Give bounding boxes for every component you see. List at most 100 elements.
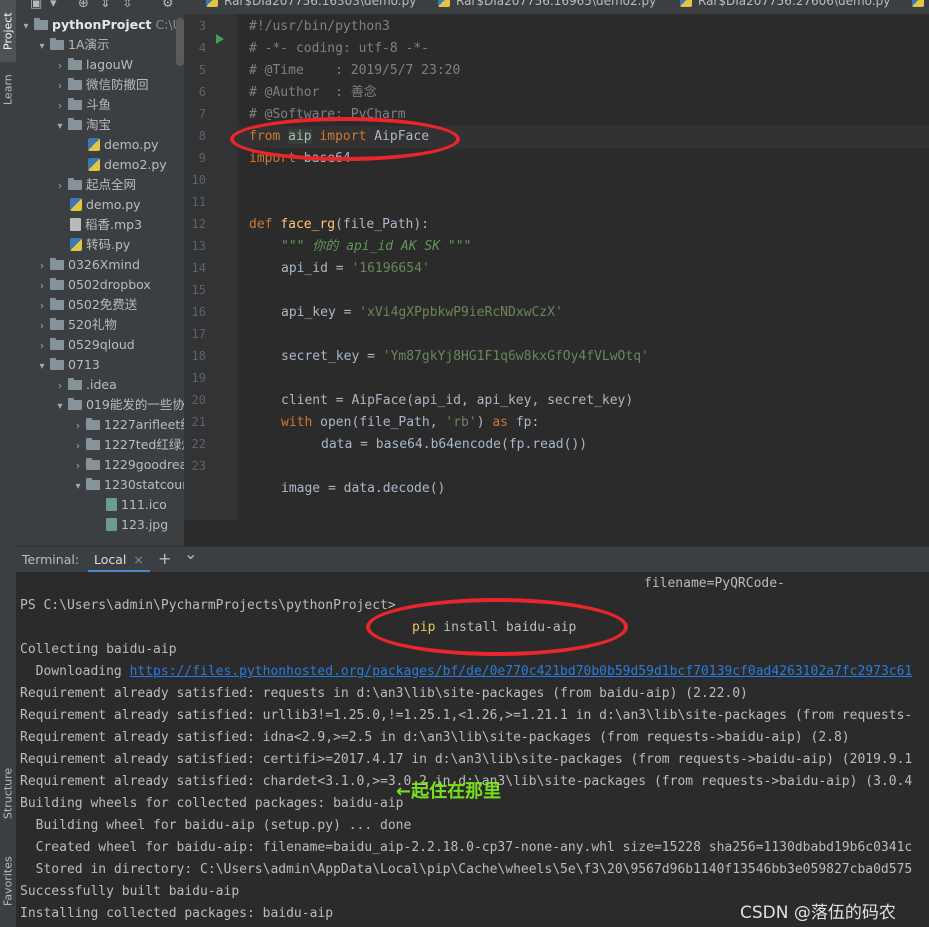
project-tree-item[interactable]: › 0502dropbox <box>36 275 151 295</box>
chevron-down-icon[interactable]: ▾ <box>36 357 48 377</box>
expand-all-icon[interactable]: ⇕ <box>100 0 111 11</box>
project-tree-item[interactable]: 111.ico <box>90 495 167 515</box>
dropdown-icon[interactable]: ▾ <box>50 0 57 11</box>
tree-item-label: pythonProject <box>52 17 152 32</box>
chevron-right-icon[interactable]: › <box>36 297 48 317</box>
project-tree-item[interactable]: 稻香.mp3 <box>54 215 142 235</box>
project-tree-item[interactable]: › 0529qloud <box>36 335 135 355</box>
locate-icon[interactable]: ⊕ <box>78 0 89 11</box>
project-tree-item[interactable]: › 斗鱼 <box>54 95 111 115</box>
chevron-down-icon[interactable]: ▾ <box>54 397 66 417</box>
keyword: import <box>319 129 367 144</box>
terminal-tab-local[interactable]: Local × <box>88 547 150 573</box>
line-number: 13 <box>191 239 206 253</box>
chevron-right-icon[interactable]: › <box>36 337 48 357</box>
project-tree-item[interactable]: › .idea <box>54 375 117 395</box>
chevron-right-icon[interactable]: › <box>54 377 66 397</box>
chevron-down-icon[interactable]: ▾ <box>20 17 32 37</box>
python-file-icon <box>88 158 100 171</box>
project-tree-item[interactable]: ▾ 1230statcounter <box>72 475 184 495</box>
chevron-right-icon[interactable]: › <box>54 97 66 117</box>
favorites-tool-tab[interactable]: Favorites <box>0 848 16 914</box>
line-number: 19 <box>191 371 206 385</box>
line-number: 8 <box>198 129 206 143</box>
line-number: 4 <box>198 41 206 55</box>
chevron-down-icon[interactable]: ▾ <box>72 477 84 497</box>
terminal-line: Downloading https://files.pythonhosted.o… <box>20 664 913 679</box>
project-tree-item[interactable]: demo.py <box>72 135 159 155</box>
project-tree-item[interactable]: demo2.py <box>72 155 167 175</box>
project-tree-item[interactable]: ▾ 1A演示 <box>36 35 110 57</box>
download-link[interactable]: https://files.pythonhosted.org/packages/… <box>130 664 913 679</box>
project-tree-item[interactable]: › 微信防撤回 <box>54 75 149 95</box>
project-view-icon[interactable]: ▣ <box>30 0 42 11</box>
settings-gear-icon[interactable]: ⚙ <box>162 0 174 11</box>
project-tree-item[interactable]: ▾ 淘宝 <box>54 115 111 135</box>
project-tree-item[interactable]: demo.py <box>54 195 141 215</box>
chevron-down-icon[interactable]: ▾ <box>54 117 66 137</box>
project-tree-item[interactable]: ▾pythonProjectC:\Users\ <box>20 15 184 35</box>
learn-tool-tab[interactable]: Learn <box>0 68 16 112</box>
line-number: 20 <box>191 393 206 407</box>
project-tree-item[interactable]: › lagouW <box>54 55 133 75</box>
tool-window-strip: Project Learn Structure Favorites <box>0 0 17 927</box>
new-terminal-icon[interactable]: + <box>158 549 171 568</box>
chevron-right-icon[interactable]: › <box>36 257 48 277</box>
class-name: AipFace <box>374 129 430 144</box>
annotation-note: ←起住在那里 <box>396 781 502 802</box>
folder-icon <box>68 398 82 410</box>
chevron-right-icon[interactable]: › <box>72 437 84 457</box>
chevron-right-icon[interactable]: › <box>72 457 84 477</box>
folder-icon <box>50 338 64 350</box>
project-tree-item[interactable]: 转码.py <box>54 235 130 255</box>
line-number: 12 <box>191 217 206 231</box>
project-tree-item[interactable]: 123.jpg <box>90 515 168 535</box>
project-tree-item[interactable]: › 0326Xmind <box>36 255 140 275</box>
terminal-output[interactable]: filename=PyQRCode- PS C:\Users\admin\Pyc… <box>16 572 929 927</box>
line-number: 23 <box>191 459 206 473</box>
chevron-right-icon[interactable]: › <box>36 277 48 297</box>
code-editor[interactable]: #!/usr/bin/python3 # -*- coding: utf-8 -… <box>238 14 929 520</box>
chevron-right-icon[interactable]: › <box>54 177 66 197</box>
editor-tab-2[interactable]: Rar$DIa207756.16965\demo2.py <box>434 0 656 8</box>
string-literal: 'rb' <box>445 415 477 430</box>
chevron-right-icon[interactable]: › <box>54 57 66 77</box>
project-tree-item[interactable]: › 1227ted红绿灯 <box>72 435 184 455</box>
editor-tab-3[interactable]: Rar$DIa207756.27606\demo.py <box>676 0 890 8</box>
project-tree-item[interactable]: › 起点全网 <box>54 175 136 195</box>
keyword: import <box>249 151 296 166</box>
run-icon[interactable] <box>216 34 224 44</box>
tree-item-label: 微信防撤回 <box>86 77 149 92</box>
chevron-right-icon[interactable]: › <box>54 77 66 97</box>
project-scrollbar[interactable] <box>176 18 184 66</box>
line-number: 21 <box>191 415 206 429</box>
editor-tab-4[interactable] <box>908 0 929 8</box>
project-tree-item[interactable]: › 1227arifleet红绿 <box>72 415 184 435</box>
chevron-right-icon[interactable]: › <box>36 317 48 337</box>
editor-tab-1[interactable]: Rar$DIa207756.16303\demo.py <box>202 0 416 8</box>
line-number: 3 <box>198 19 206 33</box>
chevron-right-icon[interactable]: › <box>72 417 84 437</box>
tree-item-label: 1229goodreads <box>104 457 184 472</box>
terminal-line: Building wheels for collected packages: … <box>20 796 404 811</box>
folder-icon <box>50 258 64 270</box>
editor-bottom-area <box>184 520 929 546</box>
collapse-all-icon[interactable]: ⇳ <box>122 0 133 11</box>
close-icon[interactable]: × <box>133 552 143 567</box>
line-number: 18 <box>191 349 206 363</box>
project-tree-item[interactable]: ▾ 0713 <box>36 355 99 377</box>
structure-tool-tab[interactable]: Structure <box>0 760 16 826</box>
project-tree-item[interactable]: › 1229goodreads <box>72 455 184 475</box>
chevron-down-icon[interactable]: ▾ <box>36 37 48 57</box>
tree-item-label: 1A演示 <box>68 37 110 52</box>
audio-file-icon <box>70 218 81 231</box>
project-tree-item[interactable]: › 520礼物 <box>36 315 117 335</box>
terminal-line: Requirement already satisfied: requests … <box>20 686 748 701</box>
chevron-down-icon[interactable]: ⌄ <box>184 544 197 563</box>
project-tree-item[interactable]: › 0502免费送 <box>36 295 137 315</box>
project-tool-tab[interactable]: Project <box>0 0 16 62</box>
alias: fp: <box>508 415 540 430</box>
line-number: 11 <box>191 195 206 209</box>
project-tree-item[interactable]: ▾ 019能发的一些协议 <box>54 395 184 415</box>
terminal-line: Requirement already satisfied: idna<2.9,… <box>20 730 850 745</box>
